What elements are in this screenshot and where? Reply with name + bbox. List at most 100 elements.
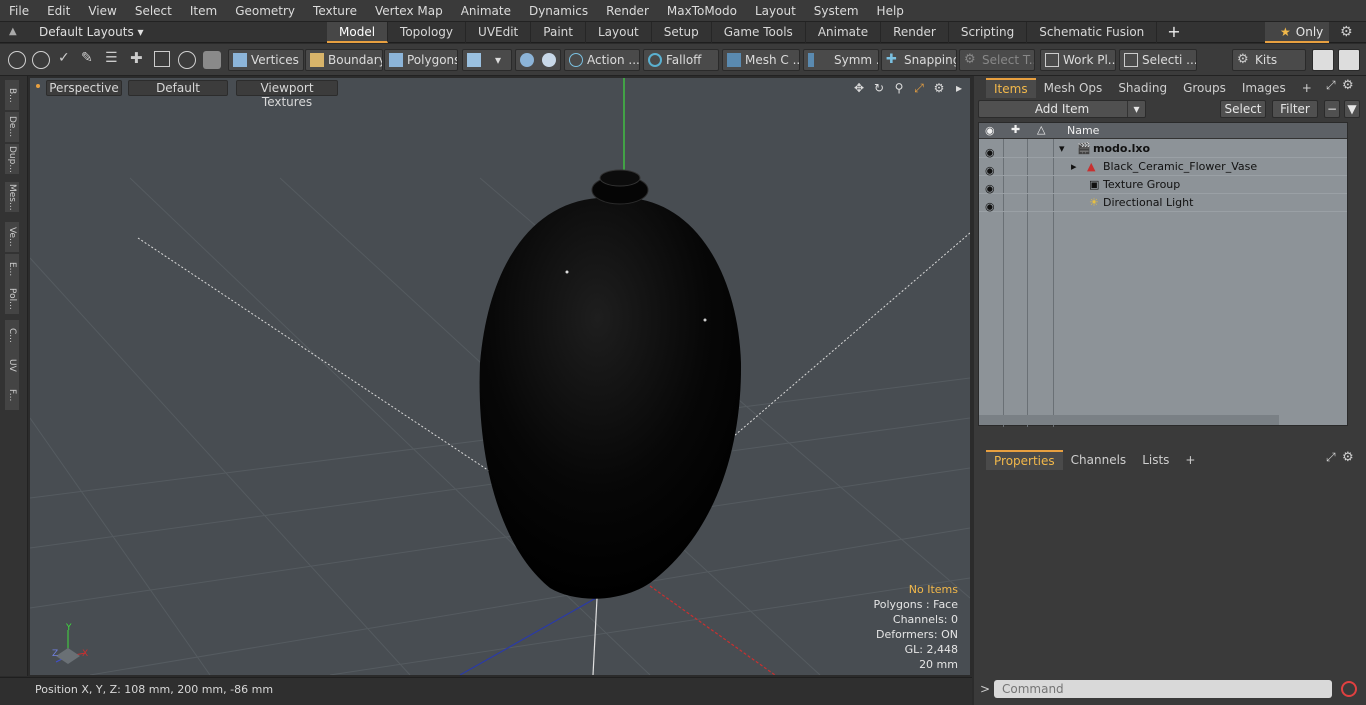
- tab-images[interactable]: Images: [1234, 79, 1294, 97]
- menu-edit[interactable]: Edit: [38, 0, 79, 22]
- symmetry-button[interactable]: Symm ...: [803, 49, 879, 71]
- tab-model[interactable]: Model: [327, 22, 389, 43]
- filter-button[interactable]: Filter: [1272, 100, 1318, 118]
- add-item-button[interactable]: Add Item ▾: [978, 100, 1146, 118]
- left-tab-deform[interactable]: De...: [5, 112, 19, 142]
- polygons-button[interactable]: Polygons: [384, 49, 458, 71]
- record-icon[interactable]: [1341, 681, 1357, 697]
- select-circle-icon[interactable]: [8, 51, 26, 69]
- viewport-gear-icon[interactable]: ⚙: [932, 81, 946, 95]
- selection-sets-button[interactable]: Selecti ...: [1119, 49, 1197, 71]
- work-plane-button[interactable]: Work Pl...: [1040, 49, 1116, 71]
- zoom-icon[interactable]: ⚲: [892, 81, 906, 95]
- viewport-menu-icon[interactable]: ▸: [952, 81, 966, 95]
- add-tab-icon[interactable]: +: [1157, 22, 1190, 43]
- left-tab-basic[interactable]: B...: [5, 80, 19, 110]
- kits-button[interactable]: ⚙ Kits: [1232, 49, 1306, 71]
- mesh-constraint-button[interactable]: Mesh C ...: [722, 49, 800, 71]
- vertices-button[interactable]: Vertices: [228, 49, 304, 71]
- left-tab-mesh-edit[interactable]: Mes...: [5, 182, 19, 212]
- tab-groups[interactable]: Groups: [1175, 79, 1234, 97]
- layout-up-icon[interactable]: ▲: [9, 26, 19, 38]
- action-center-button[interactable]: Action ...: [564, 49, 640, 71]
- maximize-icon[interactable]: ⤢: [912, 81, 926, 95]
- collapse-icon[interactable]: −: [1324, 100, 1340, 118]
- snapping-button[interactable]: ✚ Snapping: [881, 49, 957, 71]
- list-item[interactable]: ◉ ▣ Texture Group: [979, 176, 1347, 195]
- menu-geometry[interactable]: Geometry: [226, 0, 304, 22]
- collapse-arrow-icon[interactable]: ▾: [1059, 140, 1065, 158]
- unreal-icon[interactable]: [1338, 49, 1360, 71]
- left-tab-curve[interactable]: C...: [5, 320, 19, 350]
- only-toggle[interactable]: ★ Only: [1265, 22, 1329, 43]
- name-column-header[interactable]: Name: [1067, 124, 1099, 137]
- tab-scripting[interactable]: Scripting: [949, 22, 1028, 43]
- viewport-textures-dropdown[interactable]: Viewport Textures: [236, 80, 338, 109]
- panel-gear-icon[interactable]: ⚙: [1342, 78, 1354, 93]
- add-props-tab-icon[interactable]: +: [1177, 451, 1203, 469]
- pen-icon[interactable]: ✓: [58, 50, 70, 66]
- layers-icon[interactable]: ☰: [105, 50, 118, 66]
- mesh-shade-icon[interactable]: [203, 51, 221, 69]
- tab-topology[interactable]: Topology: [388, 22, 467, 43]
- menu-animate[interactable]: Animate: [452, 0, 520, 22]
- box-select-icon[interactable]: [154, 51, 170, 67]
- menu-maxtomodo[interactable]: MaxToModo: [658, 0, 746, 22]
- gear-icon[interactable]: ⚙: [1340, 24, 1353, 40]
- shading-dropdown[interactable]: Default: [128, 80, 228, 96]
- center-icon[interactable]: ✚: [130, 49, 143, 67]
- props-expand-icon[interactable]: ⤢: [1326, 450, 1336, 465]
- menu-item[interactable]: Item: [181, 0, 226, 22]
- boundary-button[interactable]: Boundary: [305, 49, 383, 71]
- select-through-button[interactable]: ⚙ Select T...: [959, 49, 1035, 71]
- left-tab-polygon[interactable]: Pol...: [5, 284, 19, 314]
- menu-view[interactable]: View: [79, 0, 125, 22]
- horizontal-scrollbar[interactable]: [979, 415, 1279, 425]
- perspective-dropdown[interactable]: Perspective: [46, 80, 122, 96]
- globe-icon[interactable]: [32, 51, 50, 69]
- tab-lists[interactable]: Lists: [1134, 451, 1177, 469]
- command-input[interactable]: [994, 680, 1332, 698]
- tab-schematic-fusion[interactable]: Schematic Fusion: [1027, 22, 1158, 43]
- tab-channels[interactable]: Channels: [1063, 451, 1135, 469]
- 3d-viewport[interactable]: Y X Z Perspective Default Viewport Textu…: [30, 78, 970, 675]
- menu-render[interactable]: Render: [597, 0, 658, 22]
- tab-shading[interactable]: Shading: [1110, 79, 1175, 97]
- eye-icon[interactable]: ◉: [985, 180, 997, 195]
- tab-setup[interactable]: Setup: [652, 22, 712, 43]
- eye-icon[interactable]: ◉: [985, 162, 997, 177]
- menu-system[interactable]: System: [805, 0, 868, 22]
- eye-icon[interactable]: ◉: [985, 144, 997, 159]
- select-button[interactable]: Select: [1220, 100, 1266, 118]
- menu-layout[interactable]: Layout: [746, 0, 805, 22]
- tab-mesh-ops[interactable]: Mesh Ops: [1036, 79, 1111, 97]
- falloff-button[interactable]: Falloff: [643, 49, 719, 71]
- tab-render[interactable]: Render: [881, 22, 949, 43]
- item-mode-dropdown[interactable]: ▾: [462, 49, 512, 71]
- list-item[interactable]: ◉ ▾ 🎬 modo.lxo: [979, 140, 1347, 159]
- tab-paint[interactable]: Paint: [531, 22, 586, 43]
- left-tab-duplicate[interactable]: Dup...: [5, 144, 19, 174]
- left-tab-edge[interactable]: E...: [5, 254, 19, 284]
- list-item[interactable]: ◉ ▸ ▲ Black_Ceramic_Flower_Vase: [979, 158, 1347, 177]
- rotate-icon[interactable]: ↻: [872, 81, 886, 95]
- pan-icon[interactable]: ✥: [852, 81, 866, 95]
- unity-icon[interactable]: [1312, 49, 1334, 71]
- expand-icon[interactable]: ⤢: [1326, 78, 1336, 93]
- funnel-icon[interactable]: ▼: [1344, 100, 1360, 118]
- tab-layout[interactable]: Layout: [586, 22, 652, 43]
- tab-game-tools[interactable]: Game Tools: [712, 22, 806, 43]
- menu-dynamics[interactable]: Dynamics: [520, 0, 597, 22]
- menu-help[interactable]: Help: [868, 0, 913, 22]
- symmetry-toggles[interactable]: [515, 49, 561, 71]
- expand-arrow-icon[interactable]: ▸: [1071, 158, 1077, 176]
- left-tab-fusion[interactable]: F...: [5, 380, 19, 410]
- list-item[interactable]: ◉ ☀ Directional Light: [979, 194, 1347, 213]
- menu-file[interactable]: File: [0, 0, 38, 22]
- pie-icon[interactable]: [178, 51, 196, 69]
- menu-texture[interactable]: Texture: [304, 0, 366, 22]
- tab-uvedit[interactable]: UVEdit: [466, 22, 532, 43]
- tab-items[interactable]: Items: [986, 78, 1036, 98]
- left-tab-uv[interactable]: UV: [5, 350, 19, 380]
- left-tab-vertex[interactable]: Ve...: [5, 222, 19, 252]
